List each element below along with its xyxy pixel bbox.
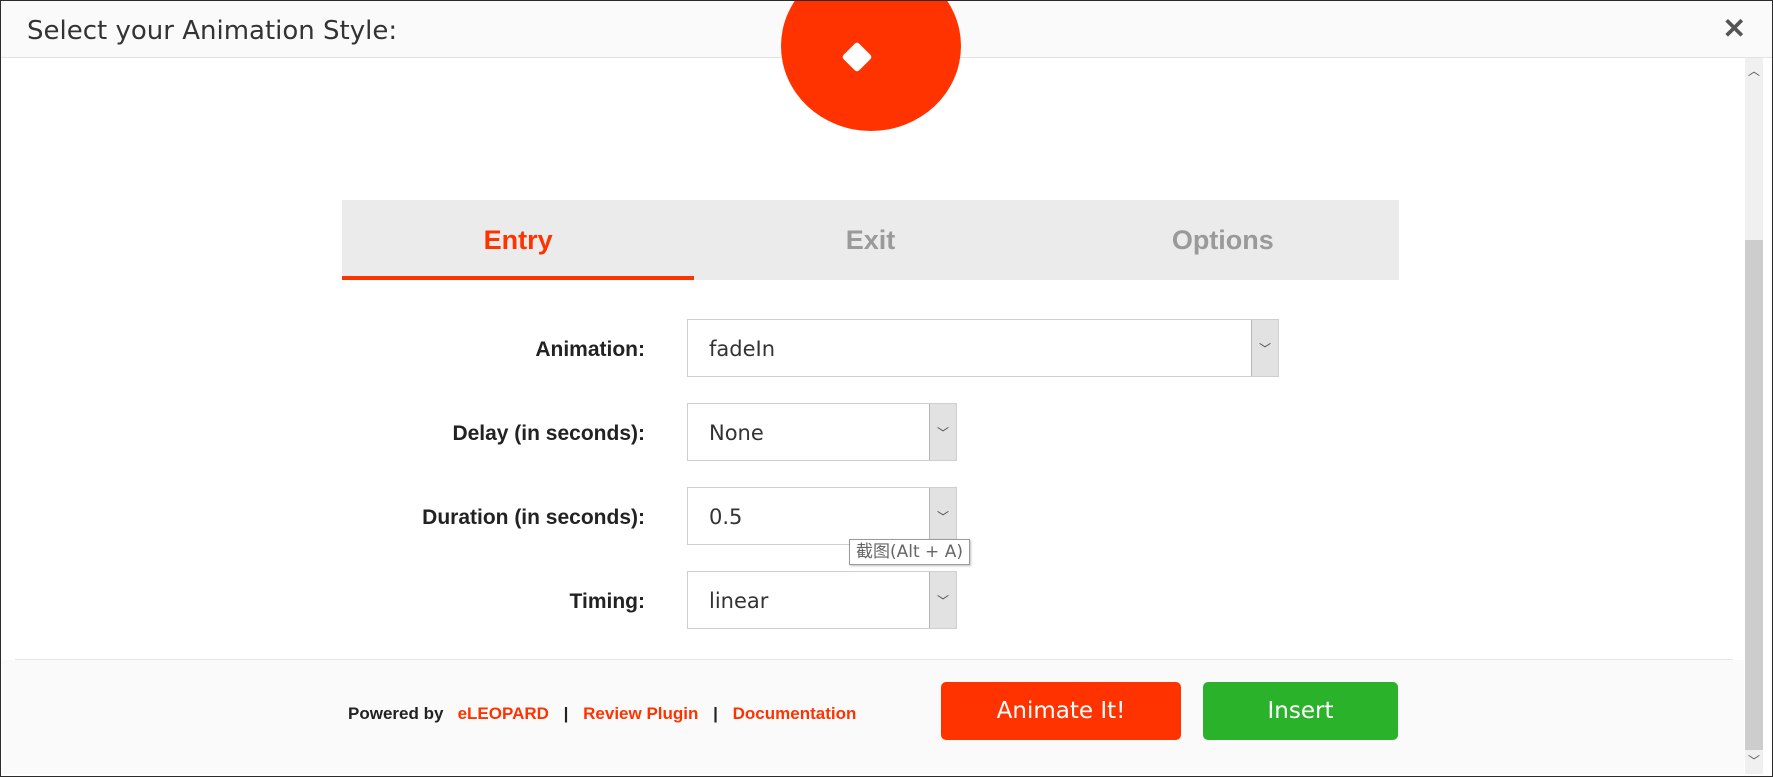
dialog-title: Select your Animation Style: (27, 16, 398, 46)
delay-select-value: None (709, 421, 764, 445)
chevron-down-icon[interactable]: ﹀ (929, 488, 956, 544)
delay-select[interactable]: None ﹀ (687, 403, 957, 461)
scroll-up-icon[interactable]: ︿ (1745, 62, 1763, 80)
timing-select-value: linear (709, 589, 769, 613)
scroll-thumb[interactable] (1745, 240, 1763, 750)
review-plugin-link[interactable]: Review Plugin (583, 704, 698, 723)
animation-label: Animation: (535, 338, 645, 361)
eleopard-link[interactable]: eLEOPARD (458, 704, 549, 723)
vertical-scrollbar[interactable]: ︿ ﹀ (1745, 58, 1763, 774)
powered-by-text: Powered by (348, 704, 444, 723)
delay-label: Delay (in seconds): (452, 422, 645, 445)
duration-select[interactable]: 0.5 ﹀ (687, 487, 957, 545)
separator: | (713, 704, 718, 723)
tab-entry[interactable]: Entry (342, 200, 695, 280)
chevron-down-icon[interactable]: ﹀ (1251, 320, 1278, 376)
duration-label: Duration (in seconds): (422, 506, 645, 529)
animate-it-button[interactable]: Animate It! (941, 682, 1181, 740)
powered-by: Powered by eLEOPARD | Review Plugin | Do… (348, 704, 856, 724)
animation-select[interactable]: fadeIn ﹀ (687, 319, 1279, 377)
animation-select-value: fadeIn (709, 337, 776, 361)
timing-select[interactable]: linear ﹀ (687, 571, 957, 629)
tab-exit[interactable]: Exit (694, 200, 1046, 280)
tab-bar: Entry Exit Options (342, 200, 1399, 280)
animation-preview (781, 1, 961, 131)
close-icon[interactable]: ✕ (1723, 12, 1746, 45)
duration-select-value: 0.5 (709, 505, 743, 529)
chevron-down-icon[interactable]: ﹀ (929, 404, 956, 460)
insert-button[interactable]: Insert (1203, 682, 1398, 740)
screenshot-tooltip: 截图(Alt + A) (849, 539, 970, 565)
scroll-down-icon[interactable]: ﹀ (1745, 752, 1763, 770)
chevron-down-icon[interactable]: ﹀ (929, 572, 956, 628)
tab-options[interactable]: Options (1047, 200, 1399, 280)
documentation-link[interactable]: Documentation (733, 704, 857, 723)
separator: | (563, 704, 569, 723)
dialog-footer (2, 660, 1744, 774)
animation-style-dialog: Select your Animation Style: ✕ Entry Exi… (0, 0, 1773, 777)
timing-label: Timing: (569, 590, 645, 613)
